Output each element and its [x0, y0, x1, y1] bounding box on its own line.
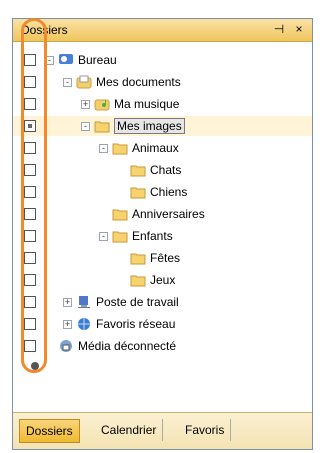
desktop-icon: [58, 53, 74, 67]
tree-node[interactable]: - Animaux: [99, 139, 179, 157]
expand-icon[interactable]: +: [63, 319, 72, 329]
folder-icon: [112, 229, 128, 243]
folder-icon: [94, 119, 110, 133]
folder-icon: [112, 207, 128, 221]
documents-icon: [76, 75, 92, 89]
tree-node-label: Favoris réseau: [96, 317, 176, 331]
checkbox-column-highlight: [21, 18, 47, 373]
computer-icon: [76, 295, 92, 309]
tree-node-label: Animaux: [132, 141, 179, 155]
tree-node[interactable]: + Poste de travail: [63, 293, 179, 311]
tree-node[interactable]: Jeux: [117, 271, 175, 289]
tree-node-label: Poste de travail: [96, 295, 179, 309]
folder-icon: [112, 141, 128, 155]
folder-icon: [130, 273, 146, 287]
tree-node[interactable]: - Bureau: [45, 51, 117, 69]
folder-icon: [130, 185, 146, 199]
collapse-icon[interactable]: -: [81, 121, 90, 131]
disconnected-media-icon: [58, 339, 74, 353]
tree-node-label: Ma musique: [114, 97, 180, 111]
tree-node[interactable]: Chats: [117, 161, 181, 179]
tree-node-label: Chiens: [150, 185, 188, 199]
tree-node-label: Jeux: [150, 273, 176, 287]
tab-calendrier[interactable]: Calendrier: [95, 419, 164, 441]
panel-tabs: Dossiers Calendrier Favoris: [13, 412, 312, 449]
folder-icon: [130, 163, 146, 177]
expand-icon[interactable]: +: [63, 297, 72, 307]
callout-pointer-dot: [31, 362, 39, 370]
tree-node[interactable]: Fêtes: [117, 249, 180, 267]
tree-node[interactable]: Chiens: [117, 183, 187, 201]
collapse-icon[interactable]: -: [63, 77, 72, 87]
tab-dossiers[interactable]: Dossiers: [19, 419, 80, 443]
tree-node[interactable]: + Ma musique: [81, 95, 179, 113]
tree-node[interactable]: Média déconnecté: [45, 337, 176, 355]
pin-icon[interactable]: ⊣: [272, 22, 286, 36]
network-icon: [76, 317, 92, 331]
folder-tree: - Bureau - Mes documents + Ma musique - Mes ima…: [13, 41, 312, 413]
close-icon[interactable]: ×: [292, 22, 306, 36]
tree-node-label: Bureau: [78, 53, 117, 67]
tree-node[interactable]: + Favoris réseau: [63, 315, 175, 333]
collapse-icon[interactable]: -: [99, 231, 108, 241]
folders-panel: Dossiers ⊣ × - Bureau - Mes documents + Ma mu…: [12, 18, 313, 450]
tree-node[interactable]: - Mes images: [81, 117, 185, 135]
collapse-icon[interactable]: -: [99, 143, 108, 153]
folder-icon: [130, 251, 146, 265]
tab-favoris[interactable]: Favoris: [179, 419, 232, 441]
tree-node-label: Fêtes: [150, 251, 181, 265]
expand-icon[interactable]: +: [81, 99, 90, 109]
tree-node[interactable]: - Mes documents: [63, 73, 181, 91]
panel-titlebar: Dossiers ⊣ ×: [13, 19, 312, 42]
tree-node-label: Mes images: [114, 118, 185, 134]
tree-node[interactable]: Anniversaires: [99, 205, 205, 223]
tree-node-label: Chats: [150, 163, 182, 177]
tree-node[interactable]: - Enfants: [99, 227, 173, 245]
music-folder-icon: [94, 97, 110, 111]
tree-node-label: Enfants: [132, 229, 173, 243]
tree-node-label: Anniversaires: [132, 207, 205, 221]
tree-node-label: Mes documents: [96, 75, 181, 89]
tree-node-label: Média déconnecté: [78, 339, 177, 353]
